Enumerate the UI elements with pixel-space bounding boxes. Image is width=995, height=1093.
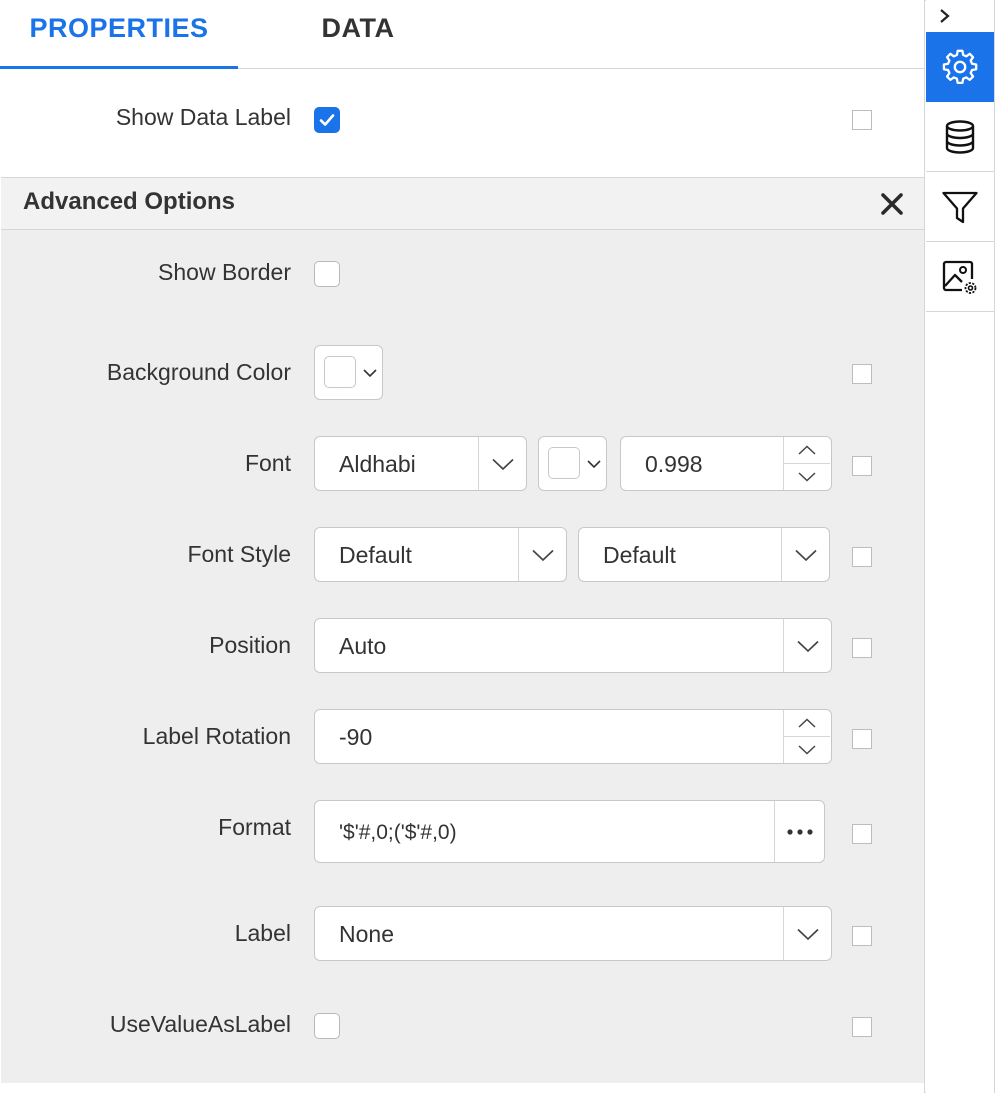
label-value: None	[339, 921, 394, 947]
chevron-right-icon	[940, 9, 950, 23]
format-value: '$'#,0;('$'#,0)	[339, 821, 457, 844]
font-size-value: 0.998	[645, 451, 703, 477]
side-rail	[926, 0, 994, 1093]
database-icon	[945, 120, 975, 154]
position-dropdown[interactable]: Auto	[314, 618, 832, 673]
label-dropdown-button[interactable]	[783, 907, 831, 960]
gear-icon	[942, 49, 978, 85]
close-advanced-options-button[interactable]	[879, 191, 905, 217]
rail-filter-button[interactable]	[926, 172, 994, 242]
font-weight-value: Default	[603, 542, 676, 568]
font-size-input[interactable]: 0.998	[620, 436, 832, 491]
font-weight-dropdown[interactable]: Default	[578, 527, 830, 582]
background-color-expression-checkbox[interactable]	[852, 364, 872, 384]
position-label: Position	[209, 632, 291, 658]
use-value-as-label-label: UseValueAsLabel	[109, 1011, 291, 1037]
chevron-down-icon	[492, 458, 514, 470]
use-value-as-label-expression-checkbox[interactable]	[852, 1017, 872, 1037]
label-dropdown[interactable]: None	[314, 906, 832, 961]
chevron-down-icon	[797, 928, 819, 940]
format-editor-button[interactable]	[774, 801, 824, 862]
chevron-up-icon	[798, 445, 816, 455]
font-family-dropdown-button[interactable]	[478, 437, 526, 490]
show-data-label-checkbox[interactable]	[314, 107, 340, 133]
label-rotation-input[interactable]: -90	[314, 709, 832, 764]
rail-image-settings-button[interactable]	[926, 242, 994, 312]
label-expression-checkbox[interactable]	[852, 926, 872, 946]
tab-data[interactable]: DATA	[238, 0, 478, 69]
chevron-down-icon	[587, 460, 601, 469]
font-label: Font	[244, 450, 291, 476]
rail-data-button[interactable]	[926, 102, 994, 172]
format-expression-checkbox[interactable]	[852, 824, 872, 844]
font-style-dropdown[interactable]: Default	[314, 527, 567, 582]
chevron-down-icon	[797, 640, 819, 652]
show-data-label-expression-checkbox[interactable]	[852, 110, 872, 130]
font-color-swatch	[548, 447, 580, 479]
advanced-options-title: Advanced Options	[23, 188, 236, 215]
label-rotation-value: -90	[339, 724, 373, 750]
position-dropdown-button[interactable]	[783, 619, 831, 672]
use-value-as-label-checkbox[interactable]	[314, 1013, 340, 1039]
panel-bottom-strip	[1, 1083, 924, 1092]
font-style-label: Font Style	[187, 541, 291, 567]
image-settings-icon	[942, 260, 977, 294]
tab-bar: PROPERTIES DATA	[0, 0, 924, 69]
filter-icon	[942, 191, 978, 224]
label-rotation-label: Label Rotation	[142, 723, 291, 749]
label-rotation-decrement-button[interactable]	[784, 737, 830, 764]
background-color-label: Background Color	[106, 359, 291, 385]
label-rotation-increment-button[interactable]	[784, 710, 830, 737]
font-weight-dropdown-button[interactable]	[781, 528, 829, 581]
rail-properties-button[interactable]	[926, 32, 994, 102]
position-value: Auto	[339, 633, 387, 659]
font-style-expression-checkbox[interactable]	[852, 547, 872, 567]
show-data-label-label: Show Data Label	[115, 104, 291, 130]
background-color-swatch	[324, 356, 356, 388]
font-color-picker[interactable]	[538, 436, 607, 491]
font-size-decrement-button[interactable]	[784, 464, 830, 491]
collapse-panel-button[interactable]	[926, 0, 994, 32]
format-input[interactable]: '$'#,0;('$'#,0)	[314, 800, 825, 863]
show-border-label: Show Border	[158, 259, 291, 285]
checkmark-icon	[319, 114, 335, 126]
tab-properties[interactable]: PROPERTIES	[0, 0, 238, 69]
close-icon	[881, 193, 903, 215]
font-family-value: Aldhabi	[339, 451, 416, 477]
font-size-increment-button[interactable]	[784, 437, 830, 464]
font-expression-checkbox[interactable]	[852, 456, 872, 476]
font-size-spinner	[783, 437, 831, 490]
chevron-down-icon	[795, 549, 817, 561]
font-style-dropdown-button[interactable]	[518, 528, 566, 581]
show-border-checkbox[interactable]	[314, 261, 340, 287]
format-label: Format	[218, 814, 291, 840]
font-family-dropdown[interactable]: Aldhabi	[314, 436, 527, 491]
chevron-down-icon	[363, 369, 377, 378]
ellipsis-icon	[787, 828, 813, 835]
chevron-down-icon	[798, 472, 816, 482]
chevron-up-icon	[798, 718, 816, 728]
background-color-picker[interactable]	[314, 345, 383, 400]
font-style-value: Default	[339, 542, 412, 568]
chevron-down-icon	[532, 549, 554, 561]
label-rotation-spinner	[783, 710, 831, 763]
label-label: Label	[234, 920, 291, 946]
chevron-down-icon	[798, 745, 816, 755]
label-rotation-expression-checkbox[interactable]	[852, 729, 872, 749]
position-expression-checkbox[interactable]	[852, 638, 872, 658]
advanced-options-header: Advanced Options	[1, 178, 924, 230]
properties-panel: PROPERTIES DATA Show Data Label Advanced…	[0, 0, 925, 1093]
